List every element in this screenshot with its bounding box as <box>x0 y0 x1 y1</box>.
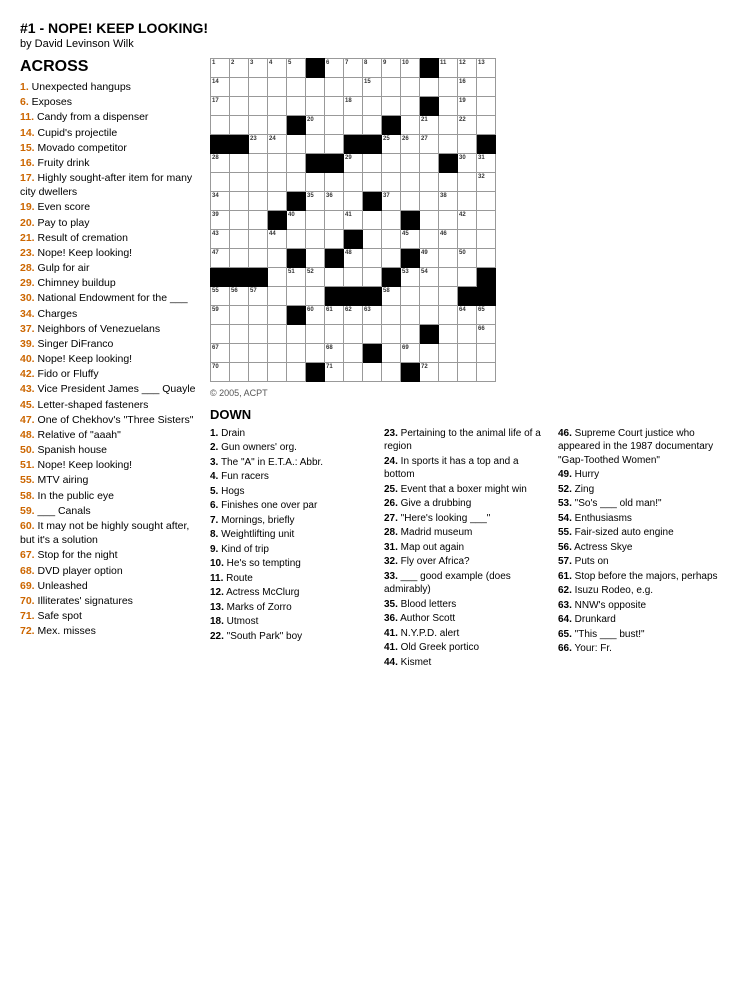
page-title: #1 - NOPE! KEEP LOOKING! <box>20 20 724 36</box>
crossword-grid-container: 1 2 3 4 5 6 7 8 9 10 11 12 13 <box>210 58 724 382</box>
author: by David Levinson Wilk <box>20 38 724 50</box>
across-clues-list: 1. Unexpected hangups 6. Exposes 11. Can… <box>20 80 200 638</box>
across-bottom-clues: DOWN 1. Drain 2. Gun owners' org. 3. The… <box>210 406 376 670</box>
across-header: ACROSS <box>20 58 200 76</box>
down-middle-clues: 23. Pertaining to the animal life of a r… <box>384 406 550 670</box>
copyright: © 2005, ACPT <box>210 388 724 398</box>
down-right-clues: 46. Supreme Court justice who appeared i… <box>558 406 724 670</box>
crossword-grid[interactable]: 1 2 3 4 5 6 7 8 9 10 11 12 13 <box>210 58 496 382</box>
